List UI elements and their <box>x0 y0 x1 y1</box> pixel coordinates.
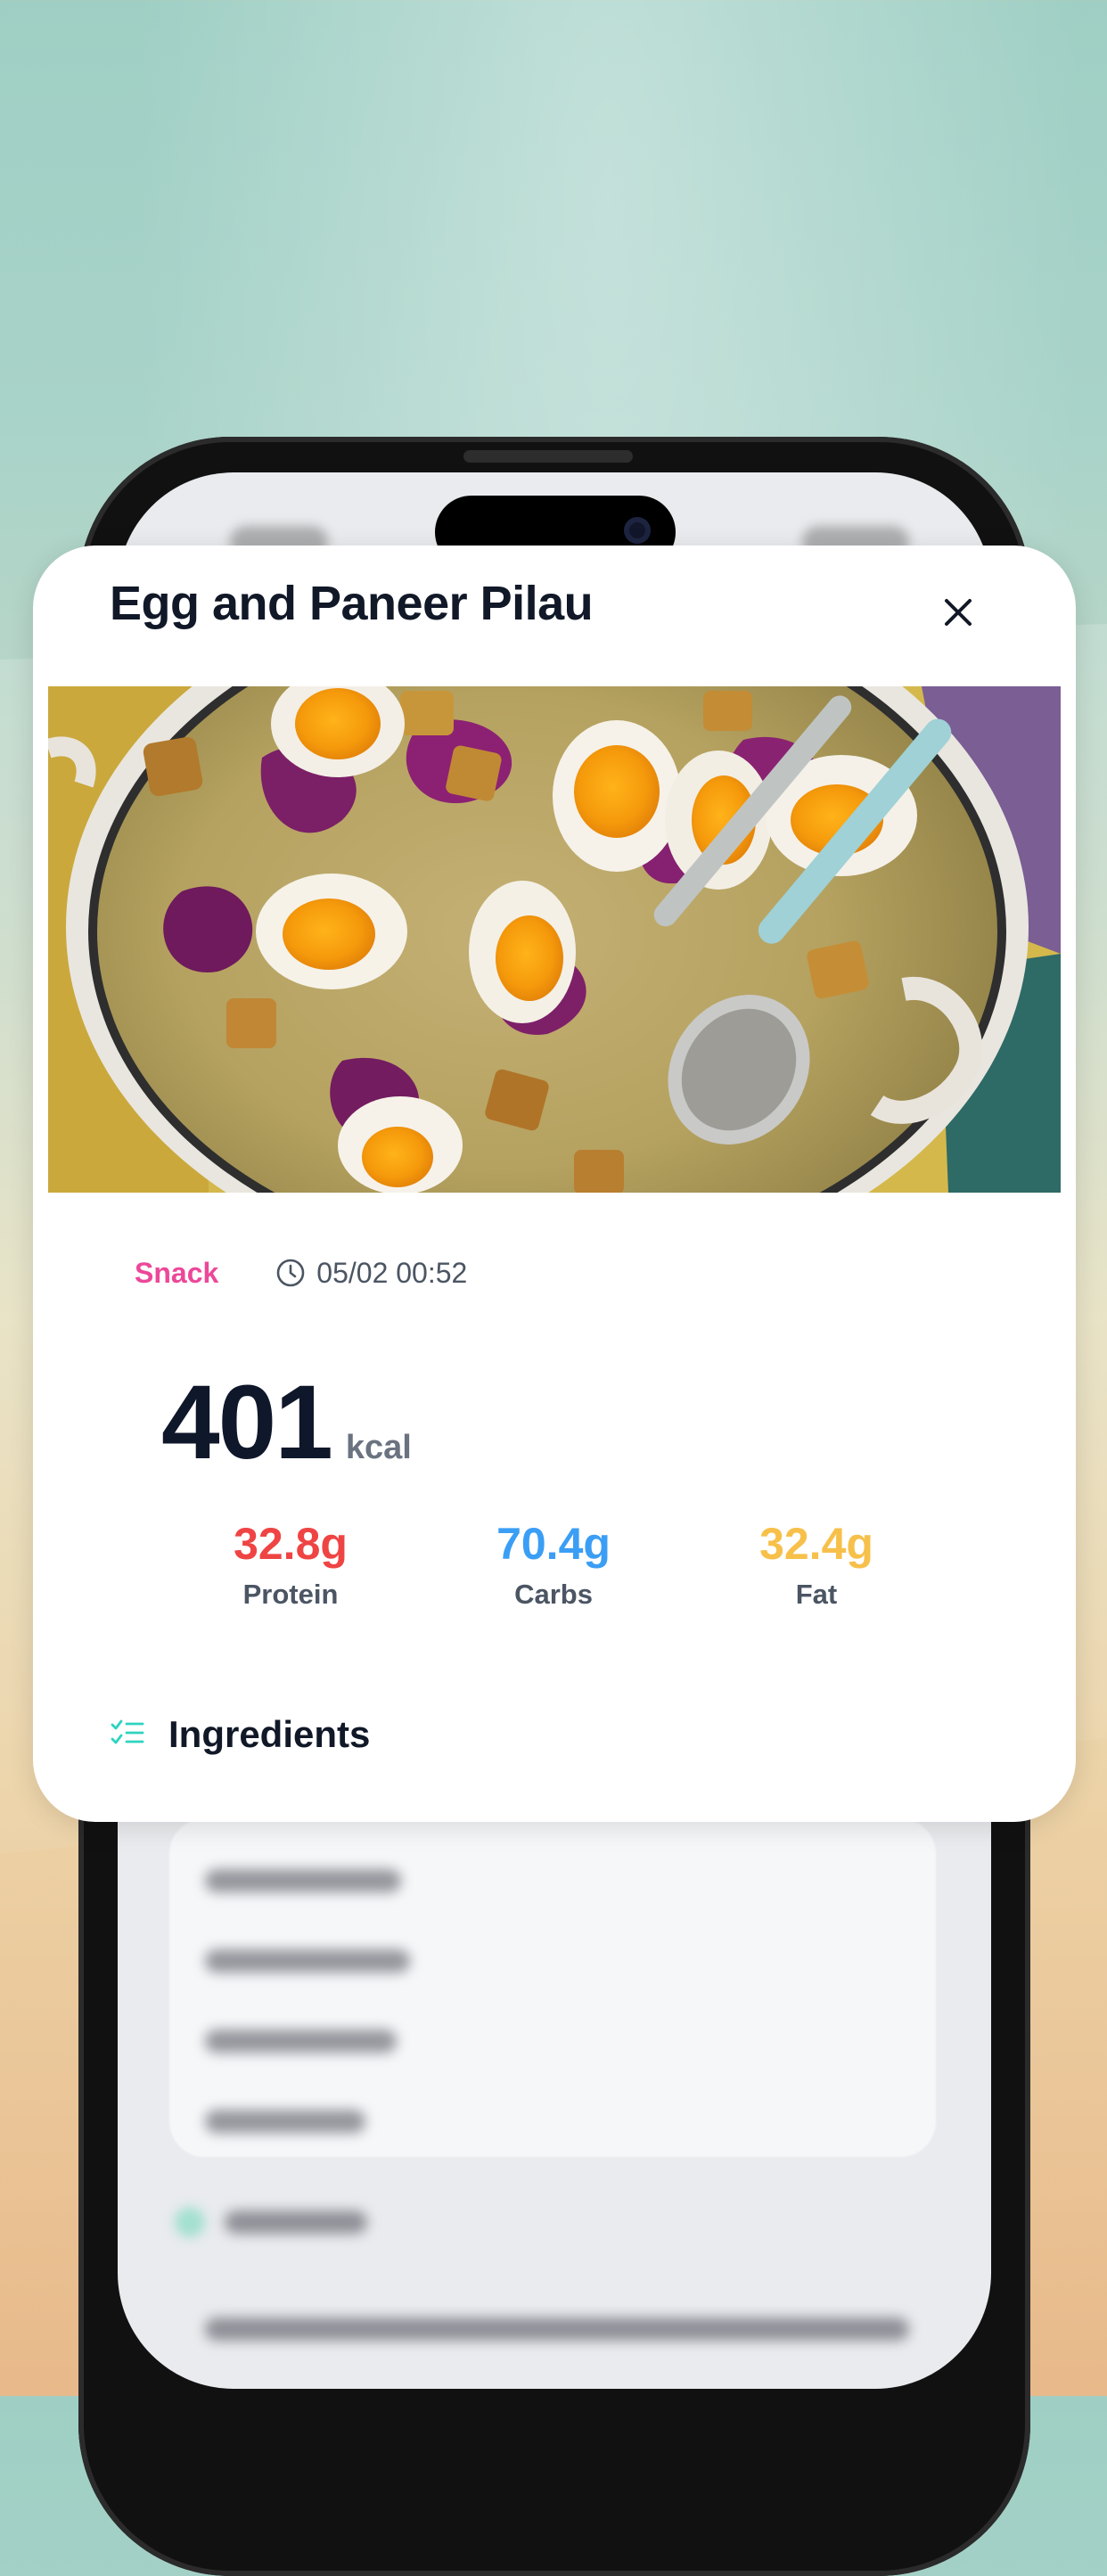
close-icon <box>945 599 972 626</box>
close-button[interactable] <box>927 581 989 644</box>
ingredients-header[interactable]: Ingredients <box>110 1713 370 1756</box>
checklist-icon <box>111 1719 144 1744</box>
macro-fat: 32.4g Fat <box>718 1522 914 1611</box>
clock-icon <box>276 1259 305 1287</box>
meal-detail-card: Egg and Paneer Pilau Snack 05/02 00:52 4… <box>33 546 1076 1822</box>
blurred-list-item <box>205 2110 365 2133</box>
blurred-list-item <box>205 1869 401 1892</box>
blurred-list-item <box>205 1949 410 1973</box>
calories-unit: kcal <box>345 1429 412 1466</box>
macro-protein-label: Protein <box>242 1579 339 1610</box>
ingredients-title: Ingredients <box>168 1713 371 1755</box>
blurred-list-item <box>205 2030 397 2053</box>
meal-category-tag[interactable]: Snack <box>135 1257 218 1290</box>
macro-carbs: 70.4g Carbs <box>455 1522 652 1611</box>
macro-carbs-label: Carbs <box>514 1579 593 1610</box>
blurred-section-title <box>225 2211 367 2234</box>
meal-title: Egg and Paneer Pilau <box>110 577 594 630</box>
blurred-paragraph <box>205 2318 909 2341</box>
camera-icon <box>624 517 651 544</box>
calories-value: 401 <box>161 1364 333 1481</box>
macro-fat-value: 32.4g <box>759 1519 873 1569</box>
macro-protein: 32.8g Protein <box>193 1522 389 1611</box>
meal-datetime[interactable]: 05/02 00:52 <box>316 1257 467 1290</box>
insights-icon-blurred <box>175 2207 205 2237</box>
macro-fat-label: Fat <box>795 1579 838 1610</box>
macro-protein-value: 32.8g <box>234 1519 348 1569</box>
meal-photo <box>48 686 1061 1193</box>
calories-summary: 401 kcal <box>161 1370 412 1475</box>
phone-speaker <box>463 450 633 463</box>
macro-carbs-value: 70.4g <box>496 1519 611 1569</box>
meal-meta-row: Snack 05/02 00:52 <box>135 1246 467 1300</box>
